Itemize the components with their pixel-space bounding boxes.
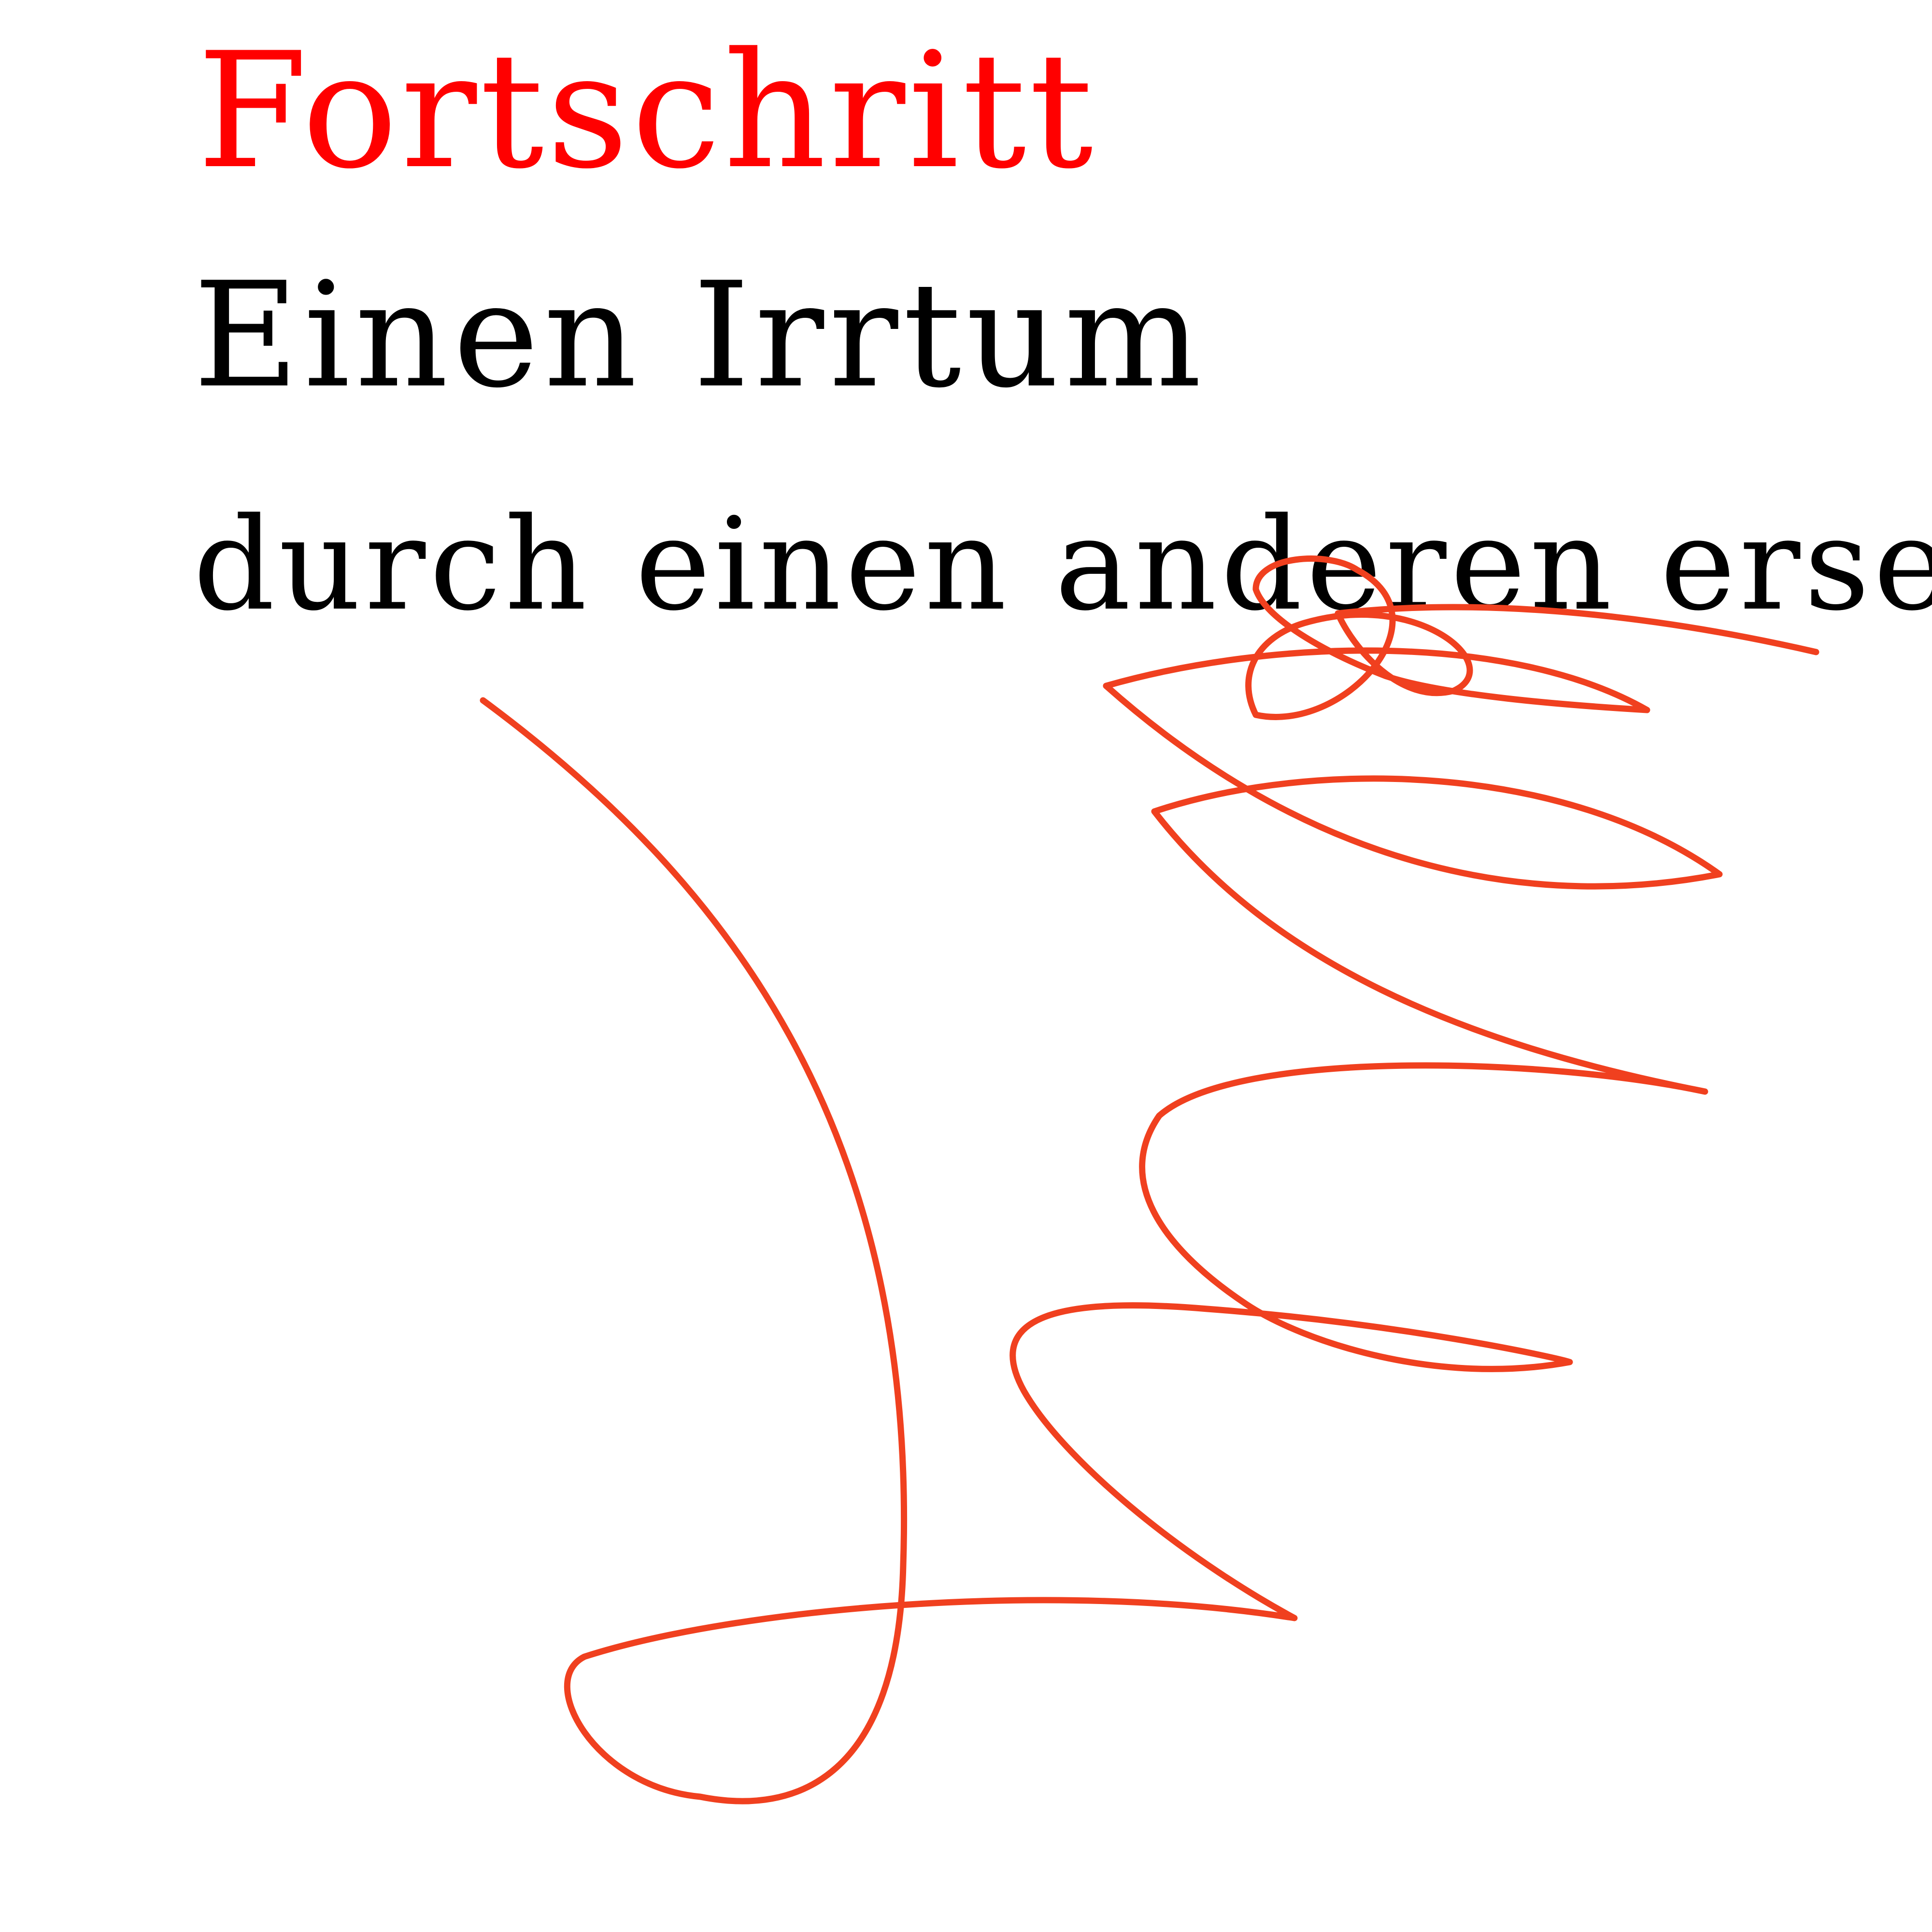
scribble-drawing (480, 555, 1819, 1804)
page-canvas: Fortschritt Einen Irrtum durch einen and… (0, 0, 1932, 1932)
red-scribble-line (480, 555, 1819, 1804)
